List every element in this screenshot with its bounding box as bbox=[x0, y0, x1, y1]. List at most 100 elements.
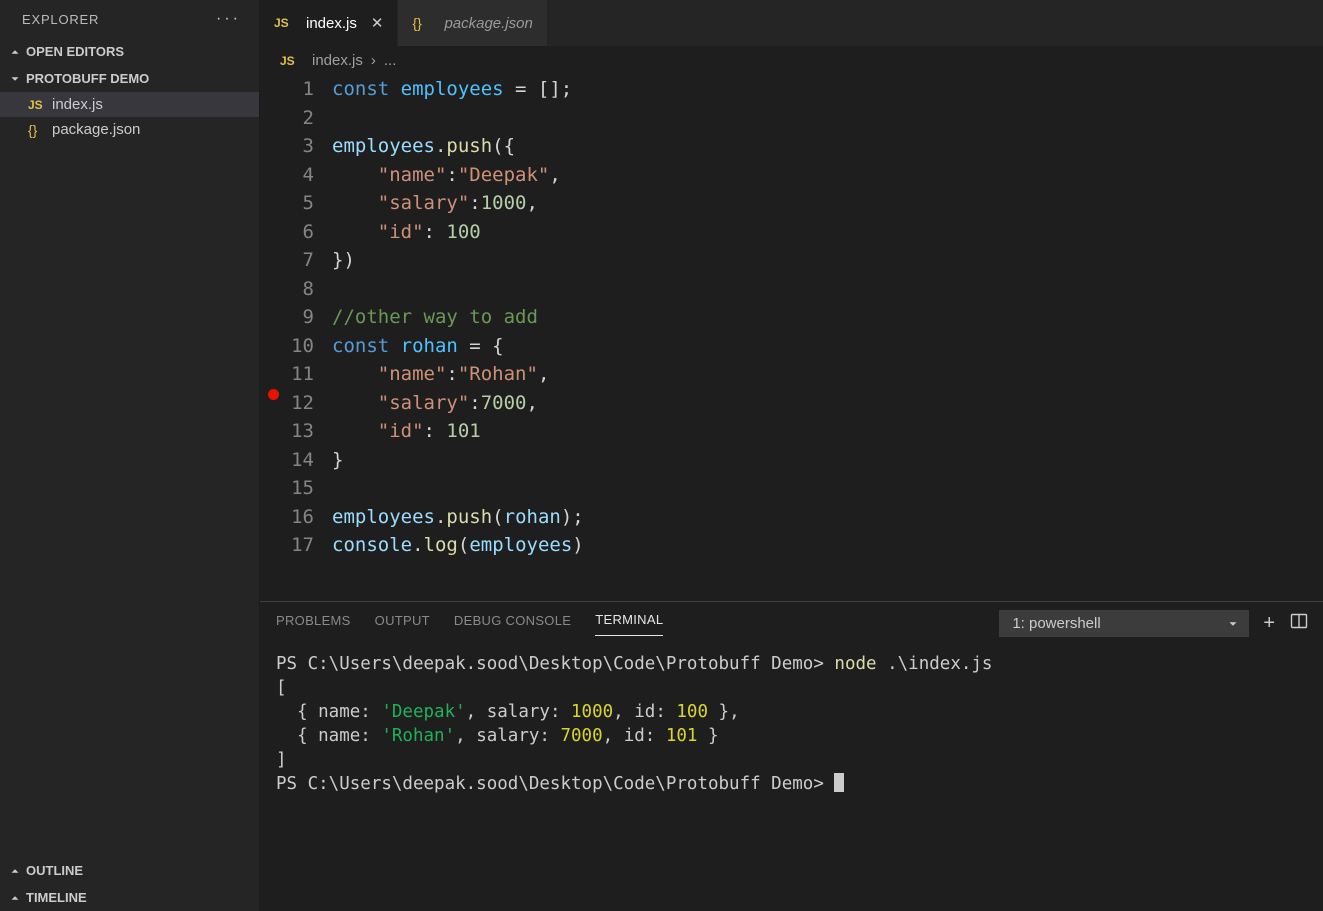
bottom-panel: PROBLEMS OUTPUT DEBUG CONSOLE TERMINAL 1: p… bbox=[260, 601, 1323, 911]
js-file-icon: JS bbox=[274, 16, 298, 30]
explorer-title: EXPLORER bbox=[22, 12, 99, 27]
open-editors-section[interactable]: OPEN EDITORS bbox=[0, 38, 259, 65]
code-content[interactable]: "name":"Deepak", bbox=[332, 161, 561, 190]
line-number: 5 bbox=[286, 189, 332, 218]
line-number: 2 bbox=[286, 104, 332, 133]
js-file-icon: JS bbox=[280, 54, 304, 68]
code-content[interactable]: "salary":7000, bbox=[332, 389, 538, 418]
code-content[interactable] bbox=[332, 104, 343, 133]
breakpoint-gutter[interactable] bbox=[260, 389, 286, 400]
terminal-line: [ bbox=[276, 676, 1307, 700]
panel-tab-problems[interactable]: PROBLEMS bbox=[276, 613, 351, 636]
tab-label: index.js bbox=[306, 15, 357, 32]
code-line[interactable]: 12 "salary":7000, bbox=[260, 389, 1323, 418]
code-content[interactable]: } bbox=[332, 446, 343, 475]
breadcrumb-file: index.js bbox=[312, 52, 363, 69]
code-content[interactable]: const rohan = { bbox=[332, 332, 504, 361]
chevron-right-icon bbox=[8, 864, 26, 878]
code-content[interactable]: }) bbox=[332, 246, 355, 275]
explorer-more-icon[interactable]: ··· bbox=[216, 10, 241, 28]
code-line[interactable]: 11 "name":"Rohan", bbox=[260, 360, 1323, 389]
terminal-output[interactable]: PS C:\Users\deepak.sood\Desktop\Code\Pro… bbox=[260, 636, 1323, 804]
code-content[interactable]: employees.push(rohan); bbox=[332, 503, 584, 532]
line-number: 4 bbox=[286, 161, 332, 190]
line-number: 11 bbox=[286, 360, 332, 389]
panel-tab-debug-console[interactable]: DEBUG CONSOLE bbox=[454, 613, 571, 636]
chevron-down-icon bbox=[8, 72, 26, 86]
line-number: 12 bbox=[286, 389, 332, 418]
code-content[interactable]: employees.push({ bbox=[332, 132, 515, 161]
code-line[interactable]: 7}) bbox=[260, 246, 1323, 275]
editor-tabs: JS index.js ✕ {}package.json bbox=[260, 0, 1323, 46]
code-line[interactable]: 3employees.push({ bbox=[260, 132, 1323, 161]
code-content[interactable]: "name":"Rohan", bbox=[332, 360, 549, 389]
code-line[interactable]: 5 "salary":1000, bbox=[260, 189, 1323, 218]
line-number: 16 bbox=[286, 503, 332, 532]
chevron-right-icon bbox=[8, 45, 26, 59]
line-number: 7 bbox=[286, 246, 332, 275]
terminal-select[interactable]: 1: powershell bbox=[999, 610, 1249, 637]
code-line[interactable]: 1const employees = []; bbox=[260, 75, 1323, 104]
explorer-sidebar: EXPLORER ··· OPEN EDITORS PROTOBUFF DEMO… bbox=[0, 0, 260, 911]
code-line[interactable]: 6 "id": 100 bbox=[260, 218, 1323, 247]
json-file-icon: {} bbox=[412, 15, 436, 31]
code-line[interactable]: 9//other way to add bbox=[260, 303, 1323, 332]
terminal-line: { name: 'Deepak', salary: 1000, id: 100 … bbox=[276, 700, 1307, 724]
code-line[interactable]: 15 bbox=[260, 474, 1323, 503]
code-content[interactable]: const employees = []; bbox=[332, 75, 572, 104]
breadcrumb[interactable]: JS index.js › ... bbox=[260, 46, 1323, 75]
terminal-line: { name: 'Rohan', salary: 7000, id: 101 } bbox=[276, 724, 1307, 748]
outline-section[interactable]: OUTLINE bbox=[0, 857, 259, 884]
code-line[interactable]: 2 bbox=[260, 104, 1323, 133]
code-content[interactable] bbox=[332, 474, 343, 503]
close-icon[interactable]: ✕ bbox=[371, 14, 384, 32]
file-name: package.json bbox=[52, 121, 140, 138]
file-item-index-js[interactable]: JSindex.js bbox=[0, 92, 259, 117]
code-line[interactable]: 4 "name":"Deepak", bbox=[260, 161, 1323, 190]
panel-tab-output[interactable]: OUTPUT bbox=[375, 613, 430, 636]
code-line[interactable]: 14} bbox=[260, 446, 1323, 475]
code-content[interactable]: console.log(employees) bbox=[332, 531, 584, 560]
terminal-line: PS C:\Users\deepak.sood\Desktop\Code\Pro… bbox=[276, 652, 1307, 676]
open-editors-label: OPEN EDITORS bbox=[26, 44, 124, 59]
tab-package-json[interactable]: {}package.json bbox=[398, 0, 547, 46]
breakpoint-icon[interactable] bbox=[268, 389, 279, 400]
line-number: 14 bbox=[286, 446, 332, 475]
code-content[interactable]: "id": 100 bbox=[332, 218, 481, 247]
js-file-icon: JS bbox=[28, 98, 52, 112]
line-number: 15 bbox=[286, 474, 332, 503]
line-number: 3 bbox=[286, 132, 332, 161]
terminal-select-label: 1: powershell bbox=[1012, 615, 1100, 632]
line-number: 9 bbox=[286, 303, 332, 332]
tab-index-js[interactable]: JS index.js ✕ bbox=[260, 0, 398, 46]
code-content[interactable] bbox=[332, 275, 343, 304]
folder-label: PROTOBUFF DEMO bbox=[26, 71, 149, 86]
line-number: 13 bbox=[286, 417, 332, 446]
line-number: 8 bbox=[286, 275, 332, 304]
chevron-right-icon bbox=[8, 891, 26, 905]
line-number: 1 bbox=[286, 75, 332, 104]
code-content[interactable]: "salary":1000, bbox=[332, 189, 538, 218]
code-line[interactable]: 13 "id": 101 bbox=[260, 417, 1323, 446]
terminal-line: PS C:\Users\deepak.sood\Desktop\Code\Pro… bbox=[276, 772, 1307, 796]
line-number: 6 bbox=[286, 218, 332, 247]
file-item-package-json[interactable]: {}package.json bbox=[0, 117, 259, 142]
file-name: index.js bbox=[52, 96, 103, 113]
code-editor[interactable]: 1const employees = [];2 3employees.push(… bbox=[260, 75, 1323, 560]
split-terminal-icon[interactable] bbox=[1289, 611, 1309, 637]
timeline-label: TIMELINE bbox=[26, 890, 87, 905]
code-line[interactable]: 10const rohan = { bbox=[260, 332, 1323, 361]
code-line[interactable]: 8 bbox=[260, 275, 1323, 304]
terminal-line: ] bbox=[276, 748, 1307, 772]
line-number: 17 bbox=[286, 531, 332, 560]
code-line[interactable]: 16employees.push(rohan); bbox=[260, 503, 1323, 532]
code-content[interactable]: "id": 101 bbox=[332, 417, 481, 446]
code-content[interactable]: //other way to add bbox=[332, 303, 538, 332]
timeline-section[interactable]: TIMELINE bbox=[0, 884, 259, 911]
code-line[interactable]: 17console.log(employees) bbox=[260, 531, 1323, 560]
outline-label: OUTLINE bbox=[26, 863, 83, 878]
new-terminal-icon[interactable]: + bbox=[1263, 612, 1275, 635]
folder-section[interactable]: PROTOBUFF DEMO bbox=[0, 65, 259, 92]
terminal-cursor bbox=[834, 773, 844, 792]
panel-tab-terminal[interactable]: TERMINAL bbox=[595, 612, 663, 636]
